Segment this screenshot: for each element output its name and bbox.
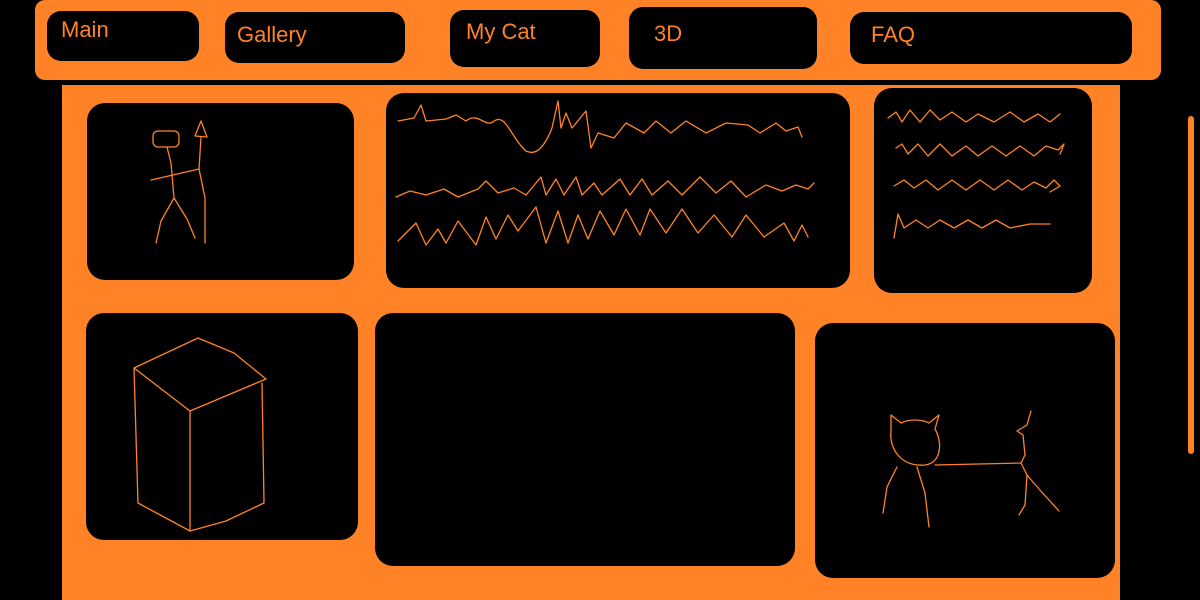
nav-tab-faq[interactable]: FAQ — [850, 12, 1132, 64]
nav-tab-faq-label: FAQ — [871, 22, 916, 47]
scribble-text-drawing — [395, 100, 815, 246]
gallery-card-cat[interactable] — [815, 323, 1115, 578]
scribble-notes-drawing — [887, 109, 1065, 239]
nav-tab-main-label: Main — [61, 17, 109, 42]
gallery-card-scribble-text[interactable] — [386, 93, 850, 288]
nav-tab-3d-label: 3D — [654, 21, 683, 46]
stick-figure-drawing — [150, 120, 208, 244]
nav-tab-gallery[interactable]: Gallery — [225, 12, 405, 63]
nav-tab-3d[interactable]: 3D — [629, 7, 817, 69]
nav-bar: Main Gallery My Cat 3D FAQ — [35, 0, 1161, 80]
cube-drawing — [133, 337, 267, 532]
nav-tab-my-cat-label: My Cat — [466, 19, 536, 44]
nav-tab-gallery-label: Gallery — [237, 22, 307, 47]
gallery-card-stick-figure[interactable] — [87, 103, 354, 280]
vertical-scrollbar[interactable] — [1188, 116, 1194, 454]
nav-tab-my-cat[interactable]: My Cat — [450, 10, 600, 67]
content-area — [62, 85, 1120, 600]
gallery-card-scribble-notes[interactable] — [874, 88, 1092, 293]
nav-tab-main[interactable]: Main — [47, 11, 199, 61]
gallery-card-cube[interactable] — [86, 313, 358, 540]
gallery-card-empty[interactable] — [375, 313, 795, 566]
cat-drawing — [882, 410, 1060, 528]
